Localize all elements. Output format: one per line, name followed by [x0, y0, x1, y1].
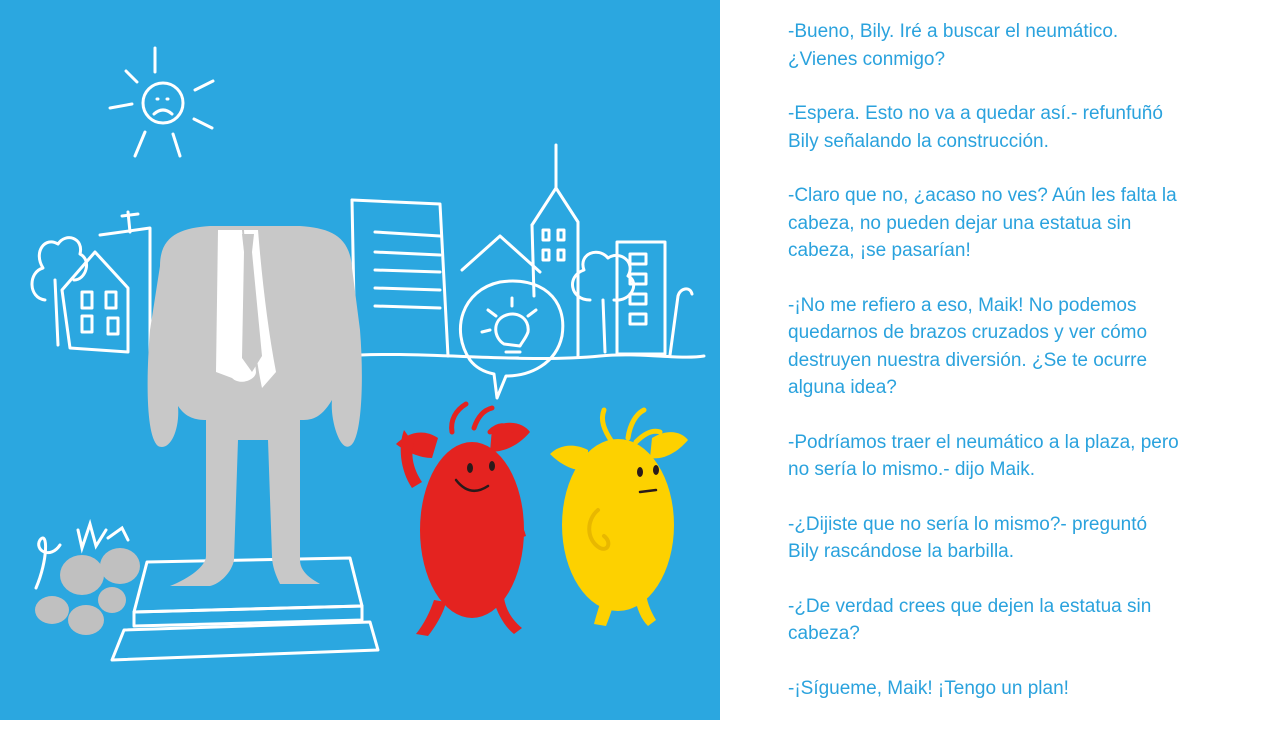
maik-character [550, 407, 688, 626]
story-paragraph: -Bueno, Bily. Iré a buscar el neumático.… [788, 21, 1119, 70]
story-paragraph: -¡Sígueme, Maik! ¡Tengo un plan! [788, 677, 1069, 699]
story-text-panel: -Bueno, Bily. Iré a buscar el neumático.… [788, 18, 1248, 729]
sad-sun-icon [108, 46, 215, 158]
story-illustration [0, 0, 720, 720]
story-paragraph: -Espera. Esto no va a quedar así.- refun… [788, 103, 1163, 152]
rocks [35, 548, 140, 635]
illustration-art [30, 46, 706, 662]
bily-character [396, 401, 530, 636]
story-paragraph: -Claro que no, ¿acaso no ves? Aún les fa… [788, 185, 1177, 261]
story-page: -Bueno, Bily. Iré a buscar el neumático.… [0, 0, 1280, 720]
lightbulb-icon [459, 279, 565, 400]
headless-statue [147, 226, 362, 586]
statue-pedestal [110, 556, 380, 662]
city-skyline [30, 143, 706, 361]
story-paragraph: -Podríamos traer el neumático a la plaza… [788, 431, 1179, 481]
story-paragraph: -¡No me refiero a eso, Maik! No podemos … [788, 294, 1148, 399]
story-paragraph: -¿Dijiste que no sería lo mismo?- pregun… [788, 513, 1148, 563]
story-paragraph: -¿De verdad crees que dejen la estatua s… [788, 595, 1152, 645]
